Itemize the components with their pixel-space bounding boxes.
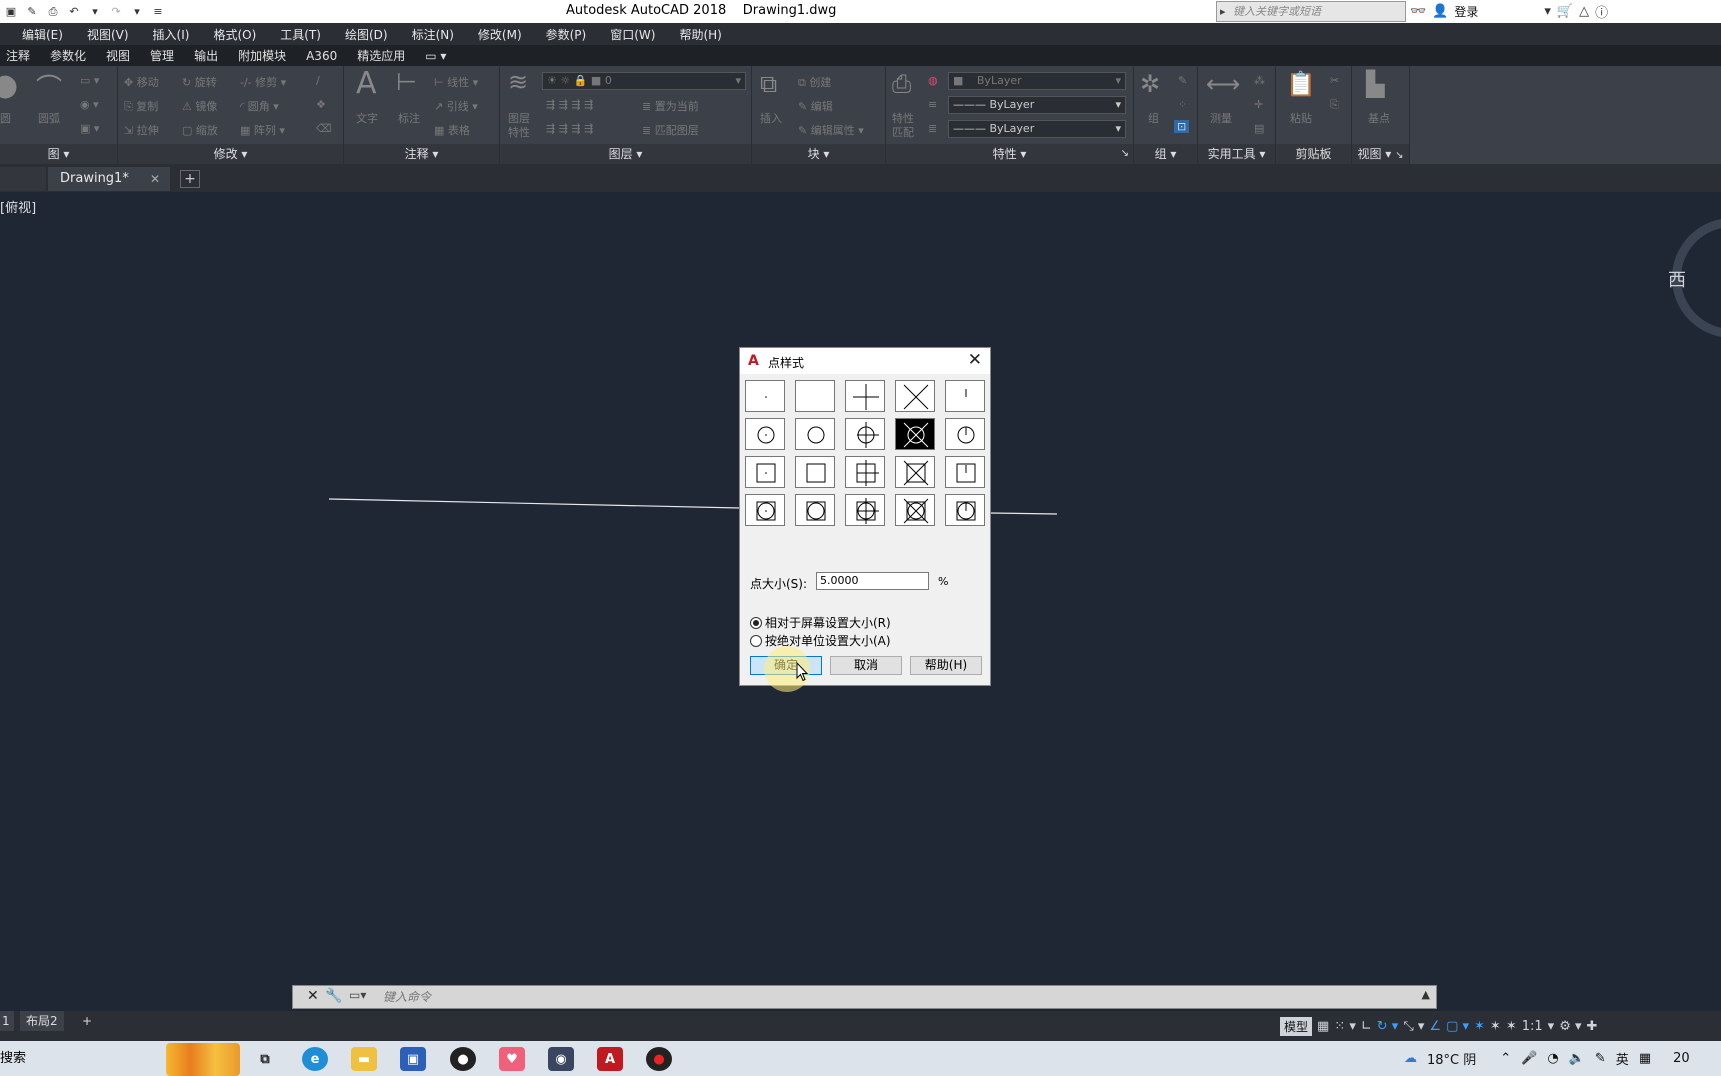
point-size-input[interactable]: 5.0000: [816, 572, 929, 590]
grid-icon[interactable]: ▦: [1317, 1019, 1329, 1034]
media-app-icon[interactable]: ◉: [548, 1047, 574, 1071]
point-style-circle-square-x[interactable]: [895, 494, 935, 526]
search-highlight-image[interactable]: [166, 1043, 240, 1076]
file-explorer-icon[interactable]: ▬: [351, 1047, 377, 1071]
object-snap-icon[interactable]: ▢ ▾: [1446, 1019, 1469, 1034]
point-style-plain-tick[interactable]: [945, 380, 985, 412]
point-style-square-tick[interactable]: [945, 456, 985, 488]
command-customize-icon[interactable]: 🔧: [325, 988, 342, 1004]
autocad-logo-icon: A: [748, 353, 759, 369]
ime-indicator[interactable]: 英: [1616, 1049, 1629, 1068]
volume-icon[interactable]: 🔈: [1569, 1051, 1585, 1066]
store-app-icon[interactable]: ▣: [400, 1047, 426, 1071]
point-style-circle-square-none[interactable]: [795, 494, 835, 526]
weather-text[interactable]: 18°C 阴: [1427, 1049, 1476, 1068]
taskbar-search[interactable]: 搜索: [0, 1047, 26, 1066]
dialog-title: 点样式: [768, 356, 805, 370]
point-style-plain-x[interactable]: [895, 380, 935, 412]
radio-absolute-dot[interactable]: [750, 634, 762, 647]
workspace-gear-icon[interactable]: ⚙ ▾: [1559, 1019, 1581, 1034]
command-close-icon[interactable]: ✕: [307, 988, 319, 1004]
point-style-circle-tick[interactable]: [945, 418, 985, 450]
radio-relative-dot[interactable]: [750, 616, 762, 629]
polar-tracking-icon[interactable]: ↻ ▾: [1377, 1019, 1399, 1034]
lalalab-app-icon[interactable]: ♥: [499, 1047, 525, 1071]
annotation-visibility-icon[interactable]: ✶: [1474, 1019, 1485, 1034]
point-style-square-plus[interactable]: [845, 456, 885, 488]
annotation-scale-value[interactable]: 1:1: [1522, 1019, 1543, 1034]
point-style-circle-none[interactable]: [795, 418, 835, 450]
viewcube-west-label[interactable]: 西: [1668, 266, 1686, 292]
layout-tab-1[interactable]: 1: [0, 1011, 14, 1031]
weather-cloud-icon[interactable]: ☁: [1404, 1051, 1417, 1066]
command-history-icon[interactable]: ▲: [1422, 988, 1430, 1001]
dialog-title-bar[interactable]: A 点样式 ✕: [740, 348, 990, 374]
ime-grid-icon[interactable]: ▦: [1639, 1051, 1651, 1066]
edge-browser-icon[interactable]: e: [302, 1047, 328, 1071]
point-style-plain-dot[interactable]: [745, 380, 785, 412]
add-layout-button[interactable]: +: [76, 1011, 98, 1031]
point-style-circle-plus[interactable]: [845, 418, 885, 450]
screen-recorder-icon[interactable]: ●: [450, 1047, 476, 1071]
layout-tab-2[interactable]: 布局2: [20, 1011, 64, 1031]
status-bar: 模型 ▦ ⁙ ▾ ∟ ↻ ▾ ⤡ ▾ ∠ ▢ ▾ ✶ ✶ ✶ 1:1 ▾ ⚙ ▾…: [1280, 1012, 1597, 1040]
mouse-cursor-icon: [796, 662, 808, 682]
customize-status-icon[interactable]: ✚: [1587, 1019, 1598, 1034]
point-style-circle-dot[interactable]: [745, 418, 785, 450]
autocad-taskbar-icon[interactable]: A: [597, 1047, 623, 1071]
drawn-line-segment-1: [328, 498, 741, 509]
point-style-circle-x[interactable]: [895, 418, 935, 450]
drawn-line-segment-2: [989, 512, 1058, 515]
point-style-plain-none[interactable]: [795, 380, 835, 412]
command-line: ✕ 🔧 ▭▾ 键入命令 ▲: [292, 985, 1437, 1009]
snap-icon[interactable]: ⁙ ▾: [1334, 1019, 1356, 1034]
cancel-button[interactable]: 取消: [830, 656, 902, 675]
ortho-icon[interactable]: ∟: [1361, 1019, 1372, 1034]
point-style-plain-plus[interactable]: [845, 380, 885, 412]
point-style-circle-square-tick[interactable]: [945, 494, 985, 526]
network-icon[interactable]: ◔: [1547, 1051, 1558, 1066]
task-view-icon[interactable]: ⧉: [252, 1047, 278, 1071]
point-size-label: 点大小(S):: [750, 577, 808, 591]
annotation-scale-icon[interactable]: ✶: [1506, 1019, 1517, 1034]
point-style-dialog: A 点样式 ✕ 点大小(S): 5.0000 % 相对于屏幕设置大小(R) 按绝…: [739, 347, 991, 686]
isodraft-icon[interactable]: ⤡ ▾: [1403, 1019, 1424, 1034]
dialog-close-icon[interactable]: ✕: [968, 350, 982, 370]
clock[interactable]: 20: [1673, 1051, 1690, 1066]
record-app-icon[interactable]: ●: [646, 1047, 672, 1071]
radio-relative-label: 相对于屏幕设置大小(R): [765, 616, 891, 630]
system-tray: ☁ 18°C 阴 ⌃ 🎤 ◔ 🔈 ✎ 英 ▦ 20: [1404, 1049, 1690, 1068]
point-style-square-none[interactable]: [795, 456, 835, 488]
point-style-circle-square-dot[interactable]: [745, 494, 785, 526]
point-size-unit: %: [938, 575, 949, 588]
point-style-square-dot[interactable]: [745, 456, 785, 488]
object-snap-tracking-icon[interactable]: ∠: [1429, 1019, 1441, 1034]
command-input[interactable]: 键入命令: [383, 988, 431, 1005]
command-prompt-icon[interactable]: ▭▾: [349, 988, 366, 1002]
help-button[interactable]: 帮助(H): [910, 656, 982, 675]
point-style-circle-square-plus[interactable]: [845, 494, 885, 526]
auto-scale-icon[interactable]: ✶: [1490, 1019, 1501, 1034]
point-style-square-x[interactable]: [895, 456, 935, 488]
scale-dropdown-icon[interactable]: ▾: [1548, 1019, 1555, 1034]
microphone-icon[interactable]: 🎤: [1521, 1051, 1537, 1066]
tray-expand-icon[interactable]: ⌃: [1500, 1051, 1511, 1066]
pen-icon[interactable]: ✎: [1595, 1051, 1606, 1066]
radio-absolute-units[interactable]: 按绝对单位设置大小(A): [750, 632, 891, 649]
model-space-button[interactable]: 模型: [1280, 1016, 1313, 1036]
radio-relative-to-screen[interactable]: 相对于屏幕设置大小(R): [750, 614, 891, 631]
